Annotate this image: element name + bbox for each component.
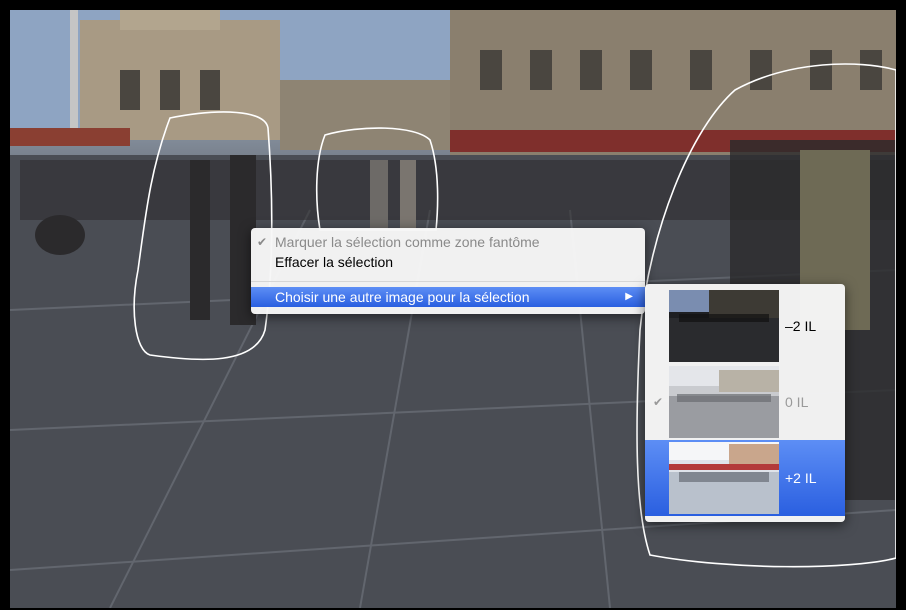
awning-left — [10, 128, 130, 146]
menu-item-label: Effacer la sélection — [275, 254, 394, 270]
menu-item-choose-other-image[interactable]: Choisir une autre image pour la sélectio… — [251, 287, 645, 307]
app-window: ✔ Marquer la sélection comme zone fantôm… — [0, 0, 906, 610]
menu-item-label: Choisir une autre image pour la sélectio… — [275, 289, 530, 305]
checkmark-icon: ✔ — [653, 395, 664, 409]
submenu-item-label: 0 IL — [785, 394, 809, 410]
menu-item-mark-ghost-zone[interactable]: ✔ Marquer la sélection comme zone fantôm… — [251, 232, 645, 252]
exposure-submenu: –2 IL ✔ 0 IL +2 IL — [645, 284, 845, 522]
thumbnail-bright-image — [669, 442, 779, 514]
submenu-item-zero[interactable]: ✔ 0 IL — [645, 364, 845, 440]
submenu-item-label: –2 IL — [785, 318, 817, 334]
thumbnail-dark-image — [669, 290, 779, 362]
menu-item-label: Marquer la sélection comme zone fantôme — [275, 234, 540, 250]
submenu-item-plus2[interactable]: +2 IL — [645, 440, 845, 516]
opera-top — [120, 10, 220, 30]
checkmark-icon: ✔ — [257, 235, 268, 249]
lamp-post — [70, 10, 78, 140]
mid-buildings — [280, 80, 450, 150]
menu-item-clear-selection[interactable]: Effacer la sélection — [251, 252, 645, 272]
menu-separator — [251, 281, 645, 282]
submenu-item-minus2[interactable]: –2 IL — [645, 288, 845, 364]
submenu-arrow-icon: ▶ — [625, 291, 633, 302]
submenu-item-label: +2 IL — [785, 470, 817, 486]
context-menu: ✔ Marquer la sélection comme zone fantôm… — [251, 228, 645, 314]
thumbnail-normal-image — [669, 366, 779, 438]
